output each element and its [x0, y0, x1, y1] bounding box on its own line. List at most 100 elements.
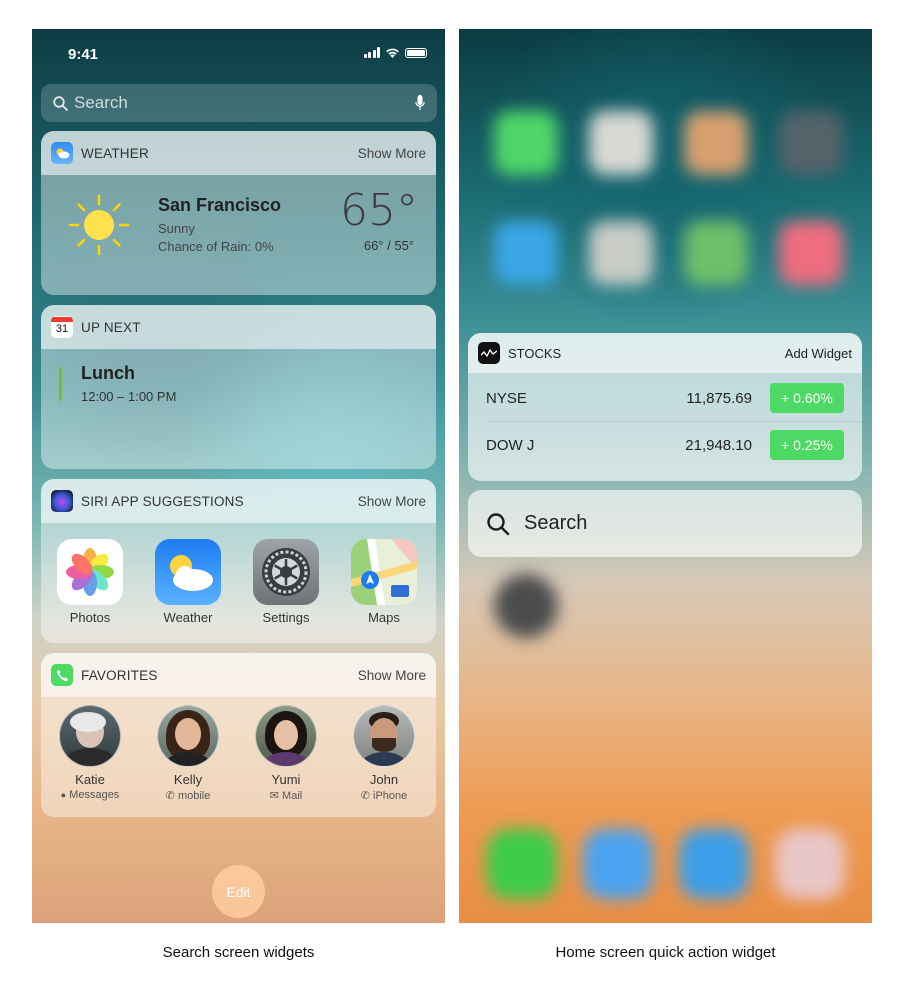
blurred-app-icon — [779, 221, 843, 285]
stocks-app-icon — [478, 342, 500, 364]
siri-show-more-button[interactable]: Show More — [358, 494, 426, 509]
contact-katie[interactable]: Katie ● Messages — [41, 705, 139, 802]
status-bar: 9:41 — [32, 29, 445, 79]
weather-temperature: 65° — [340, 185, 418, 236]
contact-yumi[interactable]: Yumi ✉ Mail — [237, 705, 335, 802]
contact-method-label: mobile — [177, 790, 211, 802]
battery-icon — [405, 47, 427, 58]
avatar — [157, 705, 219, 767]
contact-method: ✉ Mail — [237, 789, 335, 802]
status-time: 9:41 — [68, 46, 99, 63]
cellular-signal-icon — [363, 47, 380, 58]
app-photos[interactable]: Photos — [41, 539, 139, 625]
search-icon — [53, 95, 68, 111]
calendar-icon: 31 — [51, 316, 73, 338]
favorites-widget-title: FAVORITES — [81, 667, 158, 683]
search-screen: 9:41 Search WEATHER Show More San Franci… — [32, 29, 445, 923]
message-icon: ● — [60, 790, 67, 800]
weather-rain-chance: Chance of Rain: 0% — [158, 239, 274, 254]
blurred-app-icon — [494, 221, 558, 285]
contact-method: ✆ iPhone — [335, 789, 433, 802]
event-title[interactable]: Lunch — [81, 363, 135, 384]
stock-symbol: NYSE — [486, 389, 527, 407]
contact-method: ● Messages — [41, 789, 139, 801]
app-label: Weather — [163, 610, 213, 625]
avatar — [353, 705, 415, 767]
stocks-widget-title: STOCKS — [508, 345, 562, 361]
blurred-dock-icon — [679, 829, 749, 899]
right-caption: Home screen quick action widget — [555, 944, 776, 961]
search-icon — [487, 512, 510, 535]
contact-kelly[interactable]: Kelly ✆ mobile — [139, 705, 237, 802]
blurred-dock-icon — [487, 829, 557, 899]
mail-icon: ✉ — [269, 790, 279, 802]
add-widget-button[interactable]: Add Widget — [785, 346, 852, 361]
contact-method-label: Mail — [282, 790, 303, 802]
up-next-widget-header: 31 UP NEXT — [41, 305, 436, 349]
weather-condition: Sunny — [158, 221, 195, 236]
favorites-list: Katie ● Messages Kelly ✆ mobile Yumi ✉ M… — [41, 705, 436, 802]
contact-john[interactable]: John ✆ iPhone — [335, 705, 433, 802]
weather-show-more-button[interactable]: Show More — [358, 146, 426, 161]
blurred-app-icon — [494, 574, 558, 638]
stocks-widget-header: STOCKS Add Widget — [468, 333, 862, 373]
quick-action-search[interactable]: Search — [468, 490, 862, 557]
siri-suggestions-widget: SIRI APP SUGGESTIONS Show More Photos We… — [41, 479, 436, 643]
event-color-bar — [59, 367, 62, 401]
app-settings[interactable]: Settings — [237, 539, 335, 625]
sun-icon — [68, 194, 130, 256]
weather-widget[interactable]: WEATHER Show More San Francisco Sunny Ch… — [41, 131, 436, 295]
siri-widget-title: SIRI APP SUGGESTIONS — [81, 493, 244, 509]
app-label: Photos — [69, 610, 111, 625]
favorites-widget: FAVORITES Show More Katie ● Messages Kel… — [41, 653, 436, 817]
weather-app-icon — [155, 539, 221, 605]
search-field[interactable]: Search — [41, 84, 437, 122]
blurred-app-icon — [684, 221, 748, 285]
app-label: Settings — [262, 610, 310, 625]
up-next-widget[interactable]: 31 UP NEXT Lunch 12:00 – 1:00 PM — [41, 305, 436, 469]
stock-change-badge[interactable]: + 0.60% — [770, 383, 844, 413]
status-icons — [363, 47, 427, 58]
app-weather[interactable]: Weather — [139, 539, 237, 625]
phone-app-icon — [51, 664, 73, 686]
event-time: 12:00 – 1:00 PM — [81, 389, 177, 404]
favorites-show-more-button[interactable]: Show More — [358, 668, 426, 683]
stock-row[interactable]: NYSE 11,875.69 + 0.60% — [468, 375, 862, 421]
contact-method-label: Messages — [69, 789, 120, 801]
avatar — [255, 705, 317, 767]
weather-city: San Francisco — [158, 195, 282, 215]
stock-value: 21,948.10 — [685, 436, 752, 454]
blurred-dock-icon — [583, 829, 653, 899]
settings-icon — [253, 539, 319, 605]
contact-name: John — [369, 772, 399, 787]
siri-icon — [51, 490, 73, 512]
calendar-day: 31 — [55, 323, 69, 335]
quick-action-search-label: Search — [524, 512, 588, 534]
blurred-app-icon — [684, 111, 748, 175]
stock-symbol: DOW J — [486, 436, 535, 454]
blurred-app-icon — [589, 111, 653, 175]
stock-row[interactable]: DOW J 21,948.10 + 0.25% — [468, 422, 862, 468]
stocks-widget[interactable]: STOCKS Add Widget NYSE 11,875.69 + 0.60%… — [468, 333, 862, 481]
avatar — [59, 705, 121, 767]
weather-widget-title: WEATHER — [81, 145, 149, 161]
microphone-icon[interactable] — [415, 95, 425, 111]
edit-button[interactable]: Edit — [212, 865, 265, 918]
stock-change-badge[interactable]: + 0.25% — [770, 430, 844, 460]
photos-icon — [57, 539, 123, 605]
weather-widget-header: WEATHER Show More — [41, 131, 436, 175]
blurred-app-icon — [779, 111, 843, 175]
favorites-widget-header: FAVORITES Show More — [41, 653, 436, 697]
weather-high-low: 66° / 55° — [363, 238, 414, 253]
app-label: Maps — [368, 610, 400, 625]
blurred-dock-icon — [775, 829, 845, 899]
up-next-widget-title: UP NEXT — [81, 319, 141, 335]
blurred-app-icon — [589, 221, 653, 285]
contact-method-label: iPhone — [373, 790, 408, 802]
siri-widget-header: SIRI APP SUGGESTIONS Show More — [41, 479, 436, 523]
app-maps[interactable]: Maps — [335, 539, 433, 625]
contact-name: Kelly — [173, 772, 203, 787]
maps-icon — [351, 539, 417, 605]
contact-name: Yumi — [271, 772, 301, 787]
search-placeholder: Search — [74, 93, 128, 112]
